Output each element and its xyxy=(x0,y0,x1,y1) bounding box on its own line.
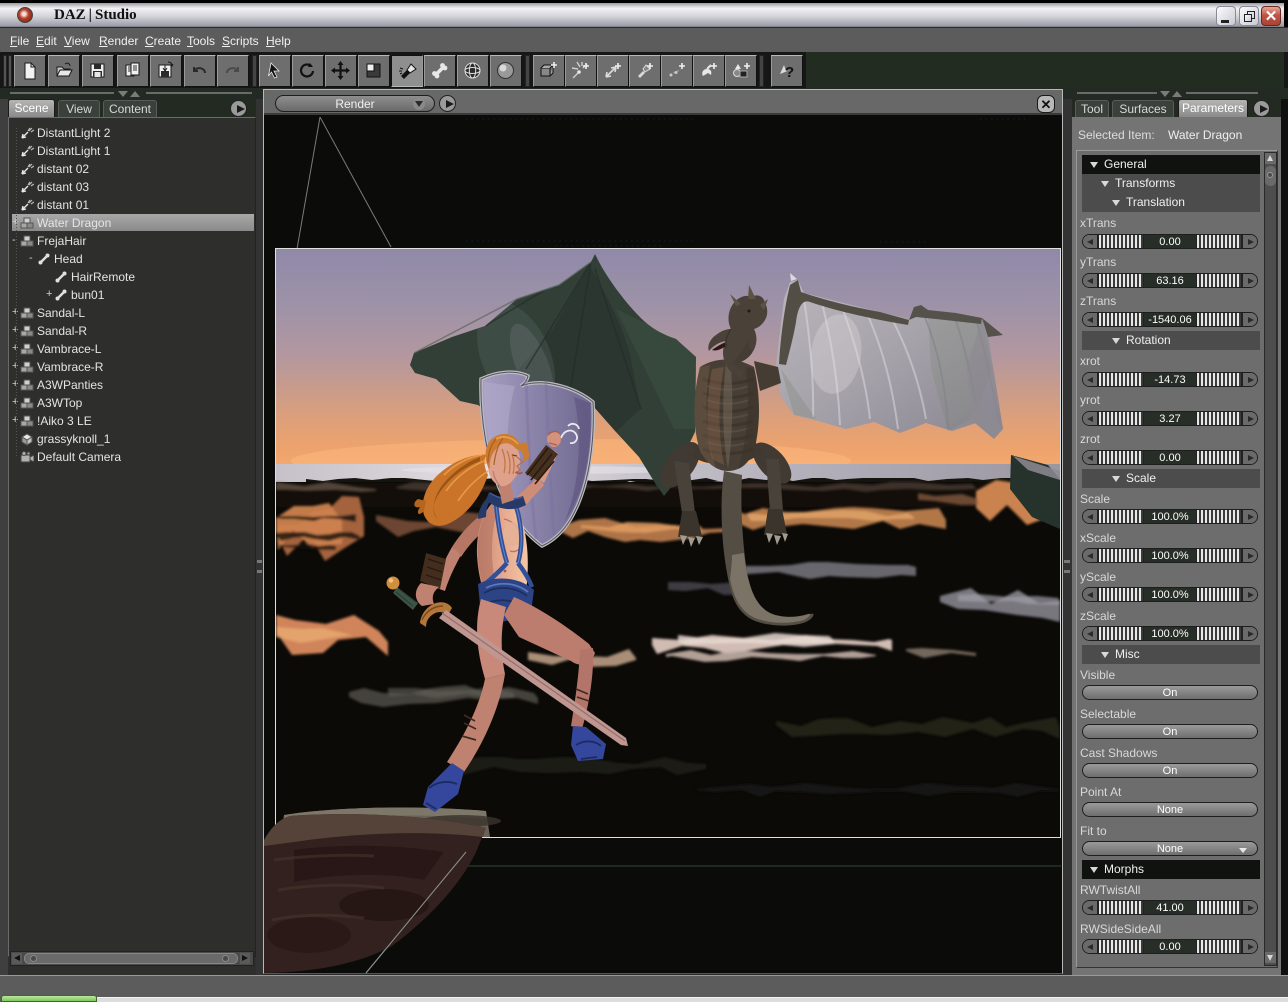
svg-text:?: ? xyxy=(785,64,794,81)
